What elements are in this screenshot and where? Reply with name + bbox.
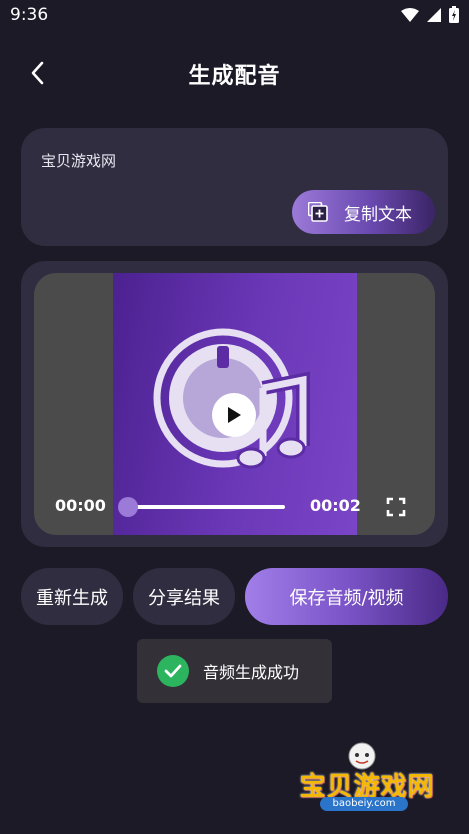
status-bar: 9:36 [0, 0, 469, 32]
player-card: 00:00 00:02 [21, 261, 448, 547]
toast-message: 音频生成成功 [203, 663, 300, 682]
watermark-url: baobeiy.com [320, 797, 408, 811]
progress-track[interactable] [125, 505, 285, 509]
share-result-button[interactable]: 分享结果 [133, 568, 235, 625]
status-time: 9:36 [10, 5, 49, 25]
text-content: 宝贝游戏网 [41, 152, 117, 170]
copy-text-label: 复制文本 [344, 204, 412, 225]
video-player[interactable]: 00:00 00:02 [34, 273, 435, 535]
signal-icon [427, 7, 441, 22]
action-row: 重新生成 分享结果 保存音频/视频 [21, 568, 448, 625]
current-time: 00:00 [55, 496, 106, 515]
status-icons [401, 6, 459, 23]
save-audio-video-button[interactable]: 保存音频/视频 [245, 568, 448, 625]
copy-text-button[interactable]: 复制文本 [292, 190, 435, 234]
regenerate-button[interactable]: 重新生成 [21, 568, 123, 625]
text-card: 宝贝游戏网 复制文本 [21, 128, 448, 246]
progress-thumb[interactable] [118, 497, 138, 517]
play-button[interactable] [212, 393, 256, 437]
success-toast: 音频生成成功 [137, 639, 332, 703]
check-icon [157, 655, 189, 687]
battery-icon [449, 6, 459, 23]
watermark-logo: 宝贝游戏网 baobeiy.com [292, 740, 442, 834]
play-icon [228, 407, 241, 423]
header: 生成配音 [0, 50, 469, 100]
page-title: 生成配音 [188, 64, 281, 89]
fullscreen-icon[interactable] [386, 497, 406, 517]
duration-time: 00:02 [310, 496, 361, 515]
wifi-icon [401, 7, 419, 22]
copy-icon [308, 202, 328, 222]
